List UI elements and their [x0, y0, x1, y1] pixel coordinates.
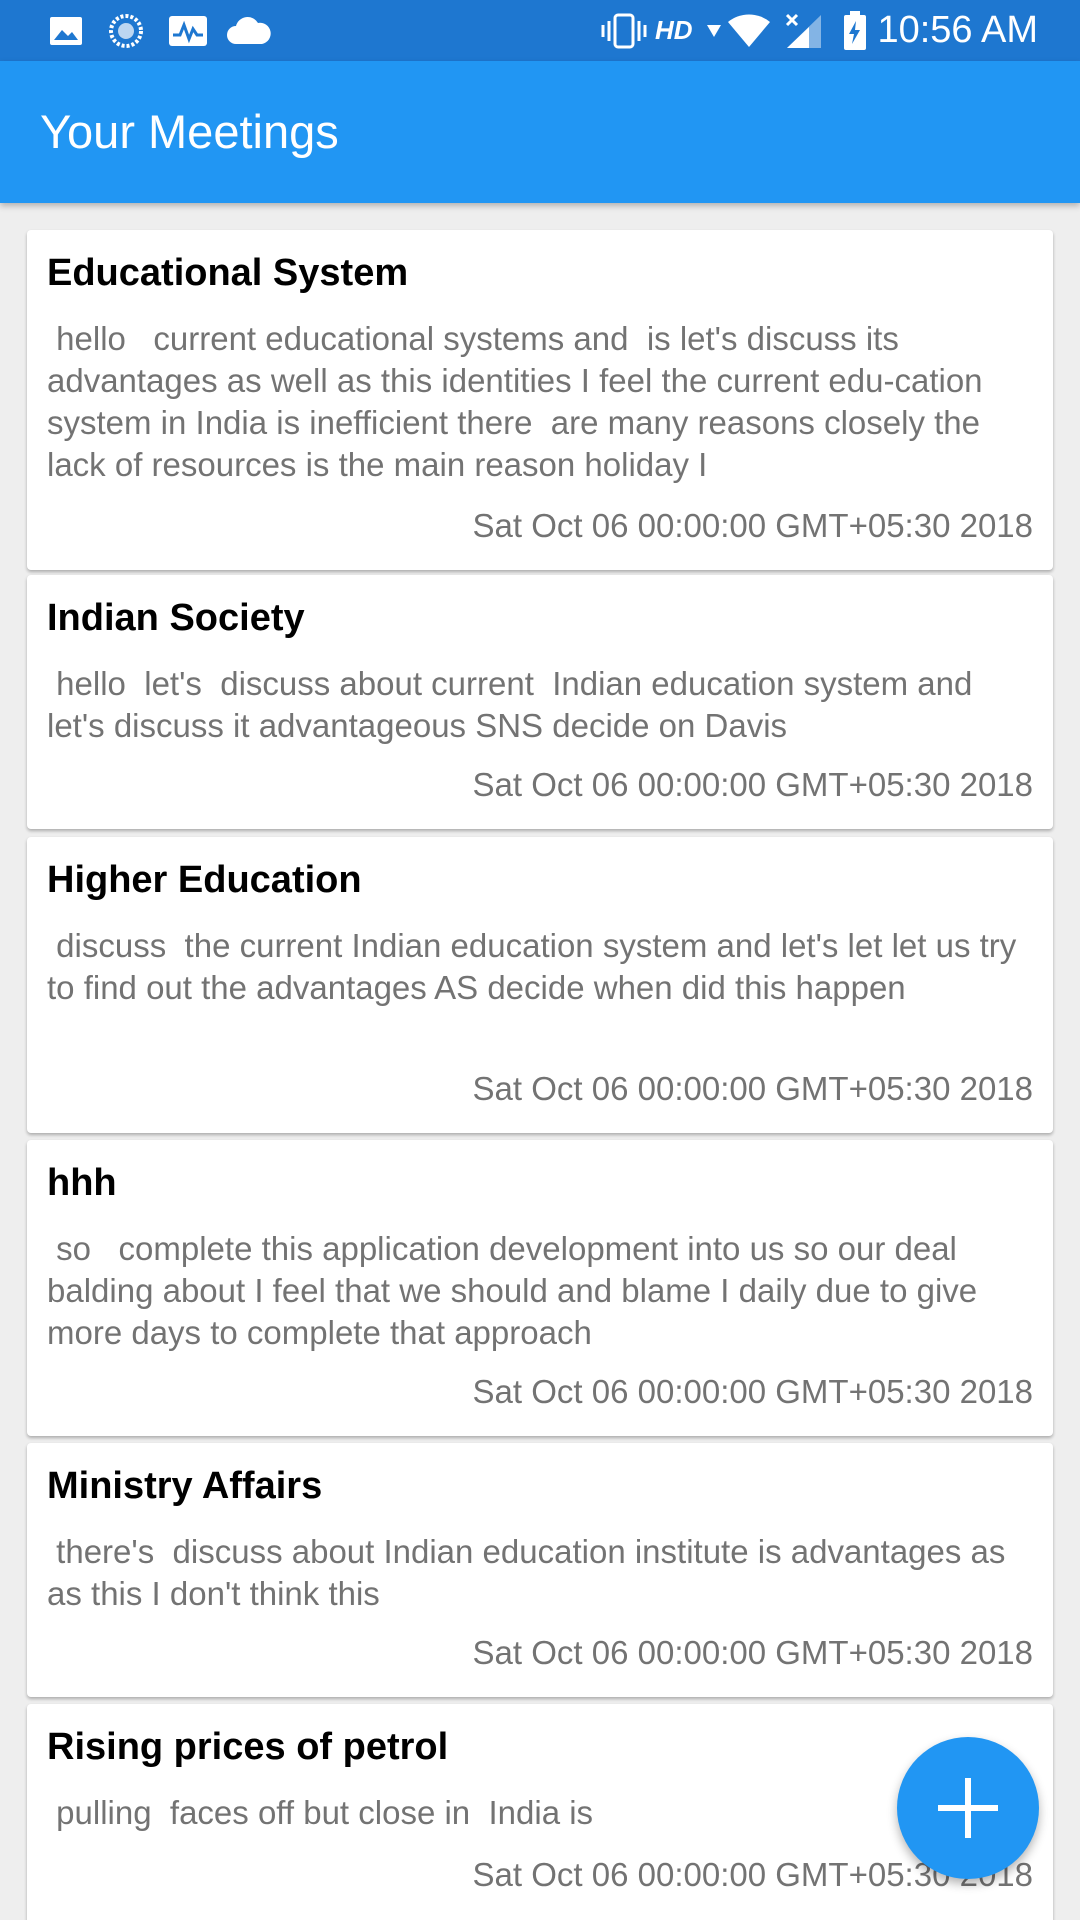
wifi-icon [726, 0, 772, 61]
image-icon [48, 0, 84, 61]
meeting-title: Educational System [47, 252, 409, 294]
meeting-date: Sat Oct 06 00:00:00 GMT+05:30 2018 [472, 1373, 1033, 1410]
vibrate-icon [600, 0, 648, 61]
meeting-date: Sat Oct 06 00:00:00 GMT+05:30 2018 [472, 1070, 1033, 1107]
meeting-description: pulling faces off but close in India is [47, 1794, 594, 1831]
meeting-title: Rising prices of petrol [47, 1726, 449, 1768]
sync-icon [106, 0, 146, 61]
battery-icon [840, 0, 870, 61]
meeting-card[interactable]: Ministry Affairs there's discuss about I… [27, 1443, 1053, 1697]
status-bar: HD 10:56 AM [0, 0, 1080, 61]
meeting-title: Indian Society [47, 597, 305, 639]
meeting-description: there's discuss about Indian education i… [47, 1533, 1015, 1612]
signal-icon [784, 0, 824, 61]
meeting-description: so complete this application development… [47, 1230, 987, 1351]
page-title: Your Meetings [40, 105, 339, 158]
meeting-title: Higher Education [47, 859, 362, 901]
meeting-description: discuss the current Indian education sys… [47, 927, 1026, 1006]
status-time: 10:56 AM [877, 9, 1038, 51]
meeting-card[interactable]: Higher Education discuss the current Ind… [27, 837, 1053, 1133]
meeting-date: Sat Oct 06 00:00:00 GMT+05:30 2018 [472, 507, 1033, 544]
meeting-card[interactable]: Indian Society hello let's discuss about… [27, 575, 1053, 829]
cloud-icon [225, 0, 273, 61]
meeting-card[interactable]: hhh so complete this application develop… [27, 1140, 1053, 1436]
meeting-description: hello let's discuss about current Indian… [47, 665, 982, 744]
activity-icon [167, 0, 209, 61]
add-meeting-button[interactable] [897, 1737, 1039, 1879]
meeting-description: hello current educational systems and is… [47, 320, 992, 483]
meeting-date: Sat Oct 06 00:00:00 GMT+05:30 2018 [472, 766, 1033, 803]
meetings-list[interactable]: Educational System hello current educati… [0, 203, 1080, 1920]
data-arrow-icon [706, 0, 722, 61]
meeting-title: hhh [47, 1162, 117, 1204]
app-bar: Your Meetings [0, 61, 1080, 203]
meeting-title: Ministry Affairs [47, 1465, 323, 1507]
meeting-date: Sat Oct 06 00:00:00 GMT+05:30 2018 [472, 1634, 1033, 1671]
network-type-label: HD [655, 15, 693, 45]
meeting-card[interactable]: Educational System hello current educati… [27, 230, 1053, 570]
